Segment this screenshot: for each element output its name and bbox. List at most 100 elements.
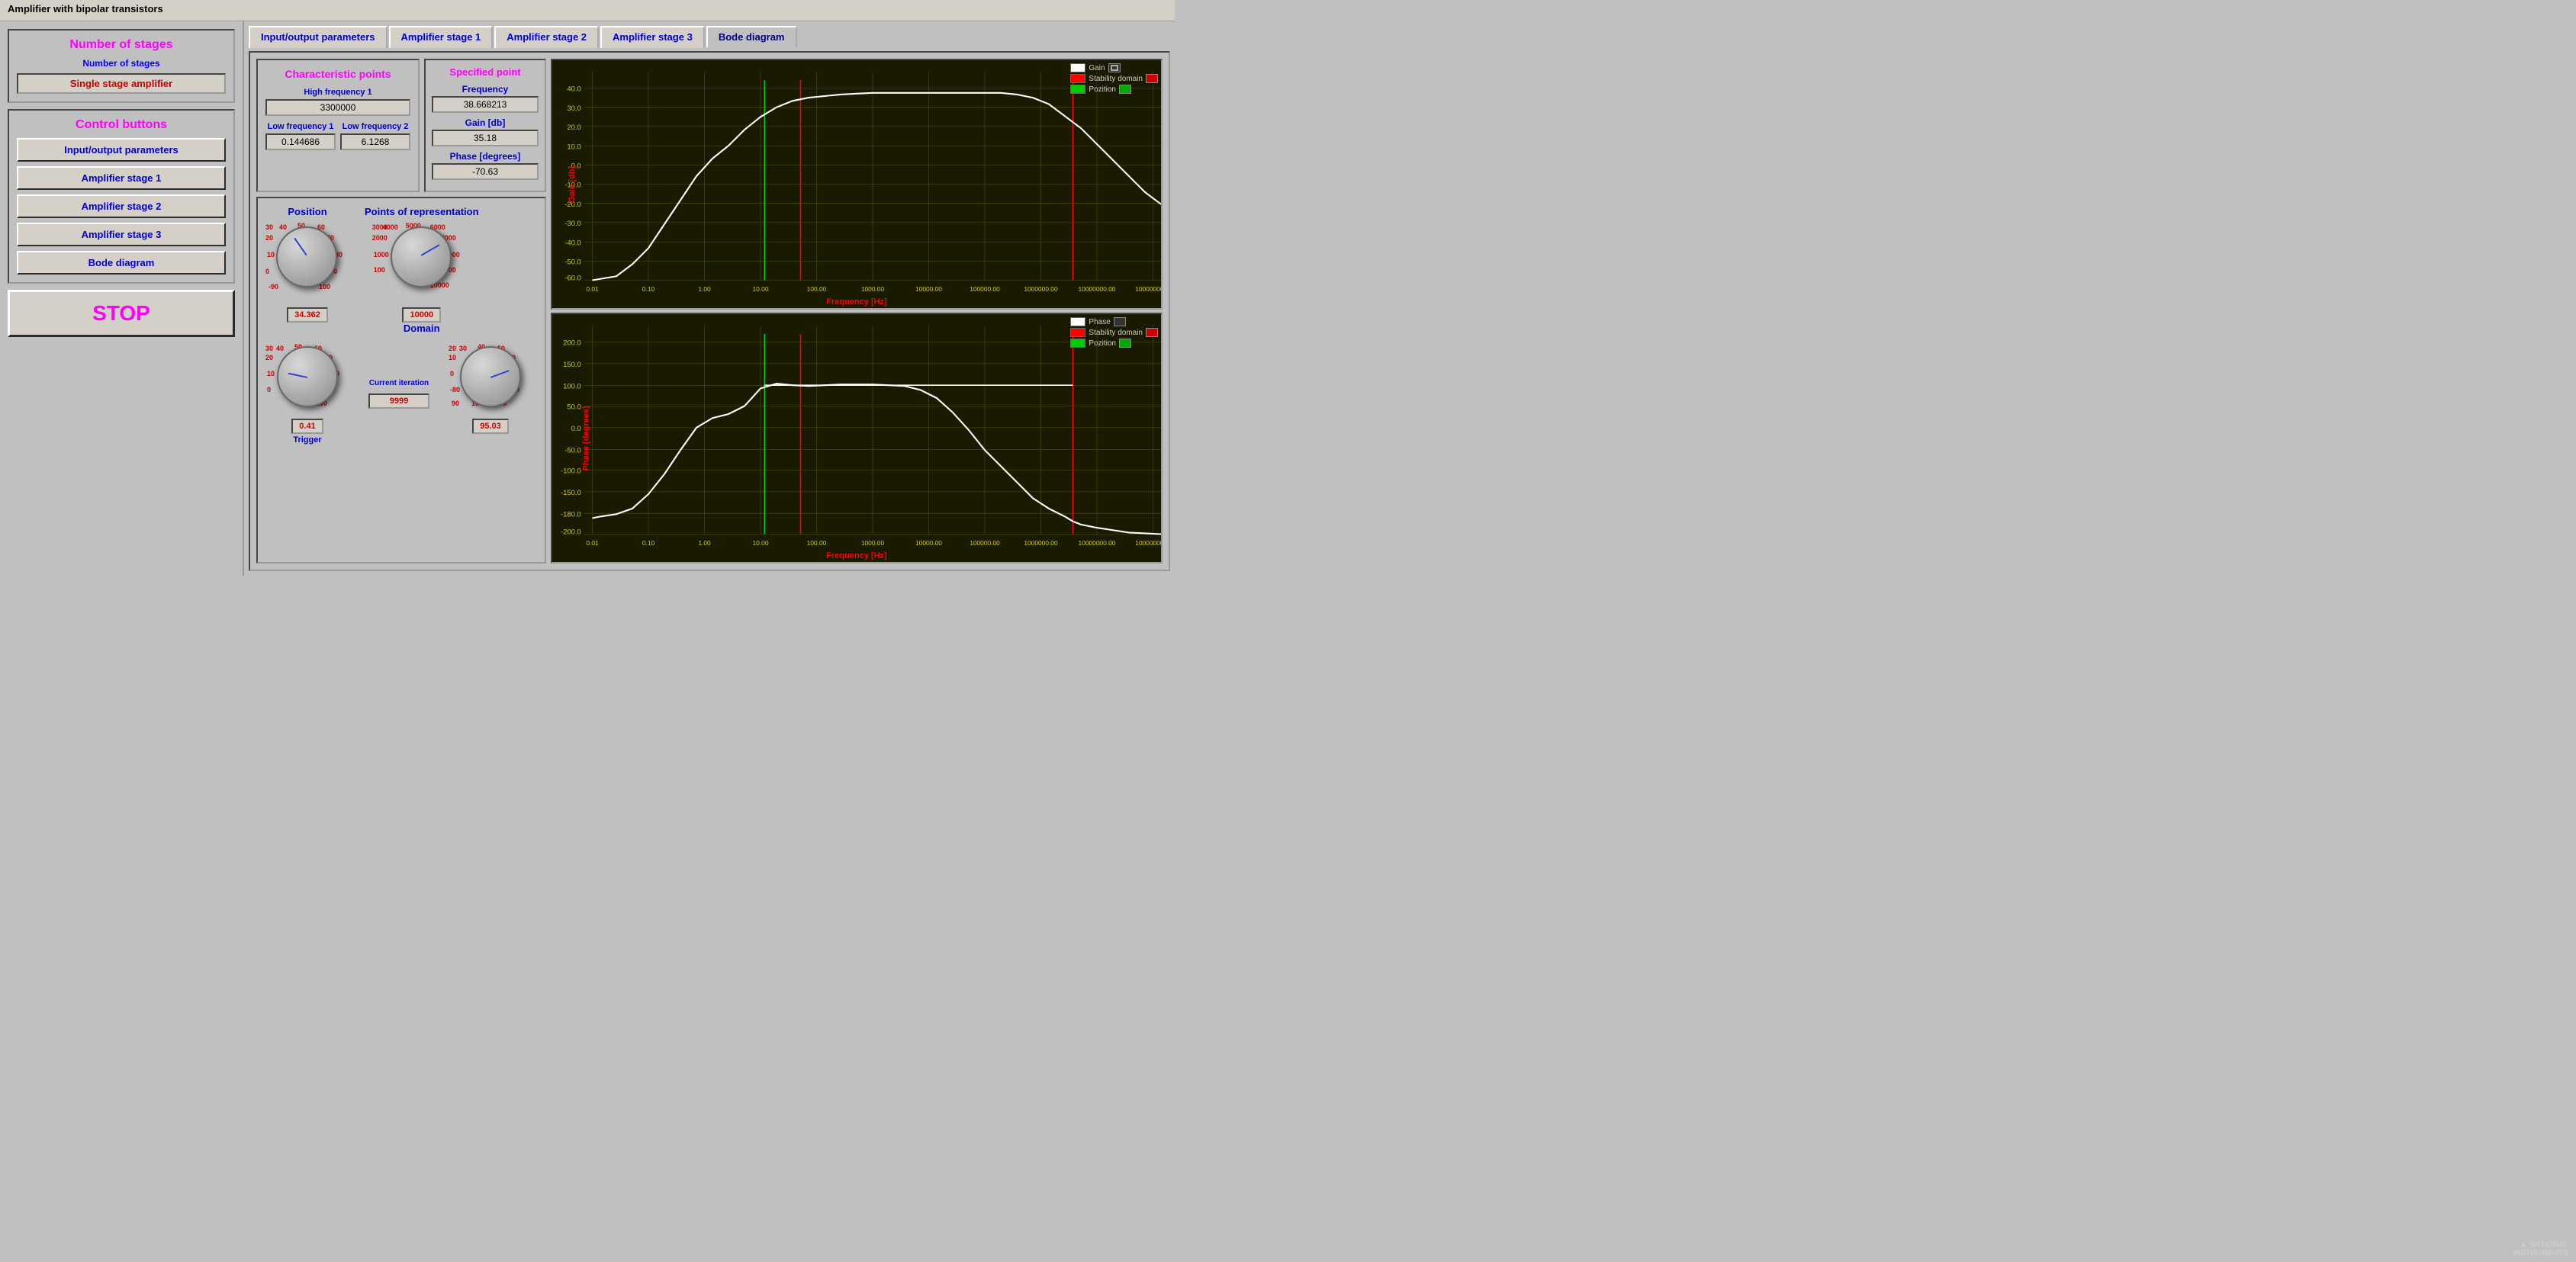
phase-x-axis-label: Frequency [Hz] (826, 551, 886, 560)
position-value: 34.362 (287, 307, 328, 323)
tab-amplifier-stage-3[interactable]: Amplifier stage 3 (600, 26, 705, 48)
svg-text:1000000.00: 1000000.00 (1024, 285, 1058, 293)
specified-frequency-value: 38.668213 (432, 96, 539, 113)
trigger-label: Trigger (293, 435, 321, 445)
position-knob-title: Position (288, 206, 326, 217)
ni-watermark: ▲ NATIONALINSTRUMENTS (2513, 1241, 2568, 1257)
legend-stability-phase: Stability domain (1070, 328, 1158, 337)
specified-frequency-label: Frequency (432, 84, 539, 95)
domain-value: 95.03 (472, 419, 509, 434)
svg-text:0.10: 0.10 (642, 539, 655, 547)
phase-chart-legend: Phase Stability domain Pozition (1070, 317, 1158, 348)
domain-label: Domain (404, 323, 440, 334)
svg-text:-180.0: -180.0 (561, 510, 581, 519)
svg-text:-50.0: -50.0 (564, 446, 581, 454)
characteristic-points-title: Characteristic points (265, 68, 410, 80)
main-content: Input/output parameters Amplifier stage … (244, 21, 1175, 576)
svg-text:30.0: 30.0 (567, 104, 580, 113)
svg-text:40.0: 40.0 (567, 85, 580, 94)
svg-text:10000000.00: 10000000.00 (1079, 285, 1116, 293)
high-freq-value: 3300000 (265, 99, 410, 116)
number-of-stages-title: Number of stages (17, 38, 226, 52)
low-freq2-value: 6.1268 (340, 133, 410, 150)
legend-position: Pozition (1070, 85, 1158, 94)
btn-input-output[interactable]: Input/output parameters (17, 138, 226, 162)
svg-text:0.01: 0.01 (586, 539, 599, 547)
domain-knob[interactable] (460, 346, 521, 407)
svg-text:1.00: 1.00 (698, 539, 711, 547)
svg-text:10.0: 10.0 (567, 143, 580, 151)
phase-y-axis-label: Phase [degrees] (581, 406, 590, 470)
specified-phase-label: Phase [degrees] (432, 151, 539, 162)
low-freq1-value: 0.144686 (265, 133, 336, 150)
amplifier-type-display: Single stage amplifier (17, 73, 226, 94)
sidebar: Number of stages Number of stages Single… (0, 21, 244, 576)
tab-bar: Input/output parameters Amplifier stage … (249, 26, 1170, 48)
svg-text:100.00: 100.00 (807, 285, 827, 293)
specified-point-title: Specified point (432, 66, 539, 78)
btn-amplifier-stage-1[interactable]: Amplifier stage 1 (17, 166, 226, 190)
app-title: Amplifier with bipolar transistors (8, 3, 163, 14)
svg-text:10.00: 10.00 (753, 539, 769, 547)
current-iteration-label: Current iteration (369, 379, 429, 387)
svg-text:-60.0: -60.0 (564, 275, 581, 283)
current-iteration-value: 9999 (368, 393, 429, 409)
legend-position-phase: Pozition (1070, 339, 1158, 348)
svg-text:-100.0: -100.0 (561, 467, 581, 476)
knobs-area: Position 40 50 60 70 -80 90 100 30 (256, 197, 546, 564)
svg-text:1000.00: 1000.00 (861, 285, 885, 293)
number-of-stages-label: Number of stages (17, 58, 226, 69)
svg-text:50.0: 50.0 (567, 403, 580, 412)
title-bar: Amplifier with bipolar transistors (0, 0, 1175, 21)
specified-point-box: Specified point Frequency 38.668213 Gain… (424, 59, 546, 192)
gain-chart: Gain Stability domain Poziti (551, 59, 1163, 310)
gain-y-axis-label: Gain [db] (568, 165, 577, 202)
high-freq-label: High frequency 1 (304, 88, 371, 97)
tab-input-output[interactable]: Input/output parameters (249, 26, 388, 48)
svg-text:10000000.00: 10000000.00 (1079, 539, 1116, 547)
representation-knob-title: Points of representation (365, 206, 479, 217)
svg-text:-30.0: -30.0 (564, 220, 581, 228)
svg-text:1000.00: 1000.00 (861, 539, 885, 547)
btn-amplifier-stage-3[interactable]: Amplifier stage 3 (17, 223, 226, 246)
low-freq2-label: Low frequency 2 (343, 122, 409, 131)
svg-text:0.0: 0.0 (571, 425, 581, 433)
svg-text:100.00: 100.00 (807, 539, 827, 547)
legend-phase: Phase (1070, 317, 1158, 326)
svg-text:100000.00: 100000.00 (970, 539, 1000, 547)
svg-text:150.0: 150.0 (563, 361, 581, 369)
svg-text:10000.00: 10000.00 (915, 285, 942, 293)
characteristic-points-box: Characteristic points High frequency 1 3… (256, 59, 420, 192)
btn-amplifier-stage-2[interactable]: Amplifier stage 2 (17, 194, 226, 218)
charts-area: Gain Stability domain Poziti (551, 59, 1163, 564)
representation-value: 10000 (402, 307, 441, 323)
phase-chart: Phase Stability domain Pozition (551, 313, 1163, 564)
svg-text:10000.00: 10000.00 (915, 539, 942, 547)
trigger-knob[interactable] (277, 346, 338, 407)
svg-text:1000000000: 1000000000 (1135, 539, 1161, 547)
number-of-stages-section: Number of stages Number of stages Single… (8, 29, 235, 103)
legend-stability: Stability domain (1070, 74, 1158, 83)
tab-amplifier-stage-1[interactable]: Amplifier stage 1 (389, 26, 494, 48)
content-area: Characteristic points High frequency 1 3… (249, 51, 1170, 571)
representation-knob[interactable] (391, 226, 452, 287)
btn-bode-diagram[interactable]: Bode diagram (17, 251, 226, 275)
tab-bode-diagram[interactable]: Bode diagram (706, 26, 797, 48)
svg-text:-150.0: -150.0 (561, 489, 581, 497)
specified-gain-label: Gain [db] (432, 117, 539, 128)
gain-chart-svg: 40.0 30.0 20.0 10.0 0.0 -10.0 -20.0 -30.… (552, 60, 1161, 308)
specified-phase-value: -70.63 (432, 163, 539, 180)
svg-text:-200.0: -200.0 (561, 528, 581, 537)
svg-text:10.00: 10.00 (753, 285, 769, 293)
svg-text:1.00: 1.00 (698, 285, 711, 293)
svg-text:100000.00: 100000.00 (970, 285, 1000, 293)
stop-button[interactable]: STOP (8, 290, 235, 337)
svg-text:20.0: 20.0 (567, 124, 580, 132)
left-panel: Characteristic points High frequency 1 3… (256, 59, 546, 564)
position-knob[interactable] (276, 226, 337, 287)
phase-chart-svg: 200.0 150.0 100.0 50.0 0.0 -50.0 -100.0 … (552, 314, 1161, 562)
svg-text:1000000.00: 1000000.00 (1024, 539, 1058, 547)
svg-text:200.0: 200.0 (563, 339, 581, 348)
tab-amplifier-stage-2[interactable]: Amplifier stage 2 (494, 26, 599, 48)
svg-text:-50.0: -50.0 (564, 259, 581, 267)
